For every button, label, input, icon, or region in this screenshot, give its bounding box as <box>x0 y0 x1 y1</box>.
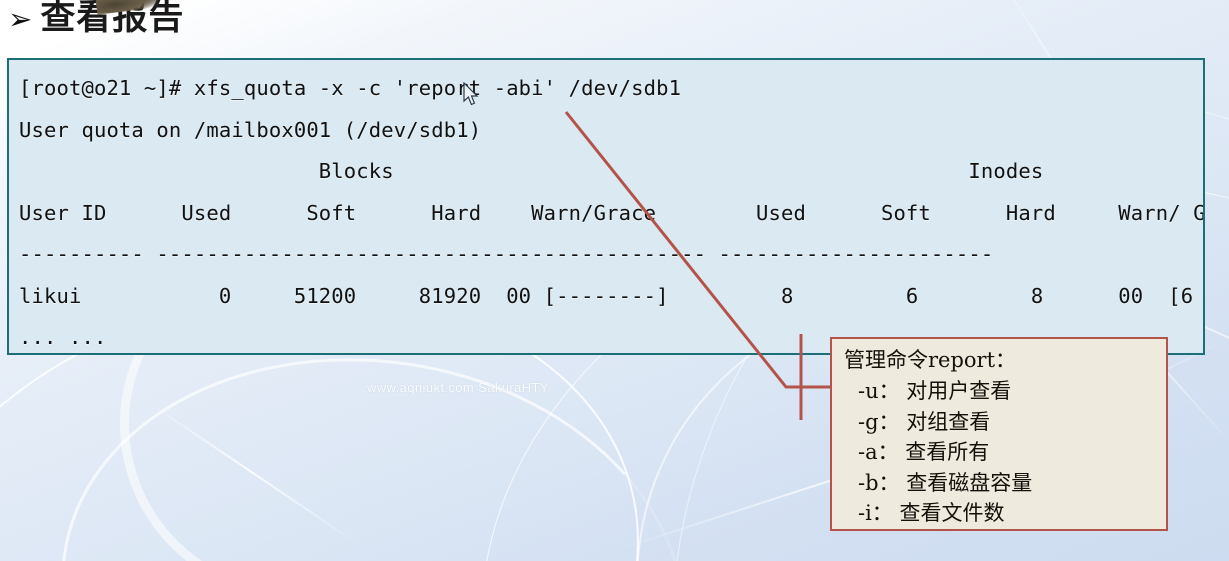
background-swoosh-2 <box>29 318 717 561</box>
page-title: ➢ 查看报告 <box>8 0 184 38</box>
slide-canvas: www.aqniukt.com SakuraHTY ➢ 查看报告 [root@o… <box>0 0 1229 561</box>
callout-item-u: -u： 对用户查看 <box>858 379 1012 403</box>
callout-box: 管理命令report： -u： 对用户查看 -g： 对组查看 -a： 查看所有 … <box>830 337 1168 531</box>
page-title-label: 查看报告 <box>40 0 185 38</box>
background-streak-5 <box>141 397 359 545</box>
watermark-text: www.aqniukt.com SakuraHTY <box>367 380 549 395</box>
callout-item-b: -b： 查看磁盘容量 <box>858 470 1033 495</box>
callout-item-i: -i： 查看文件数 <box>858 501 1005 525</box>
arrow-bullet-icon: ➢ <box>8 1 33 36</box>
callout-title: 管理命令report： <box>844 348 1017 372</box>
callout-item-a: -a： 查看所有 <box>858 440 990 464</box>
terminal-output-panel: [root@o21 ~]# xfs_quota -x -c 'report -a… <box>7 58 1205 355</box>
callout-item-g: -g： 对组查看 <box>858 409 991 434</box>
terminal-text: [root@o21 ~]# xfs_quota -x -c 'report -a… <box>19 76 1205 349</box>
